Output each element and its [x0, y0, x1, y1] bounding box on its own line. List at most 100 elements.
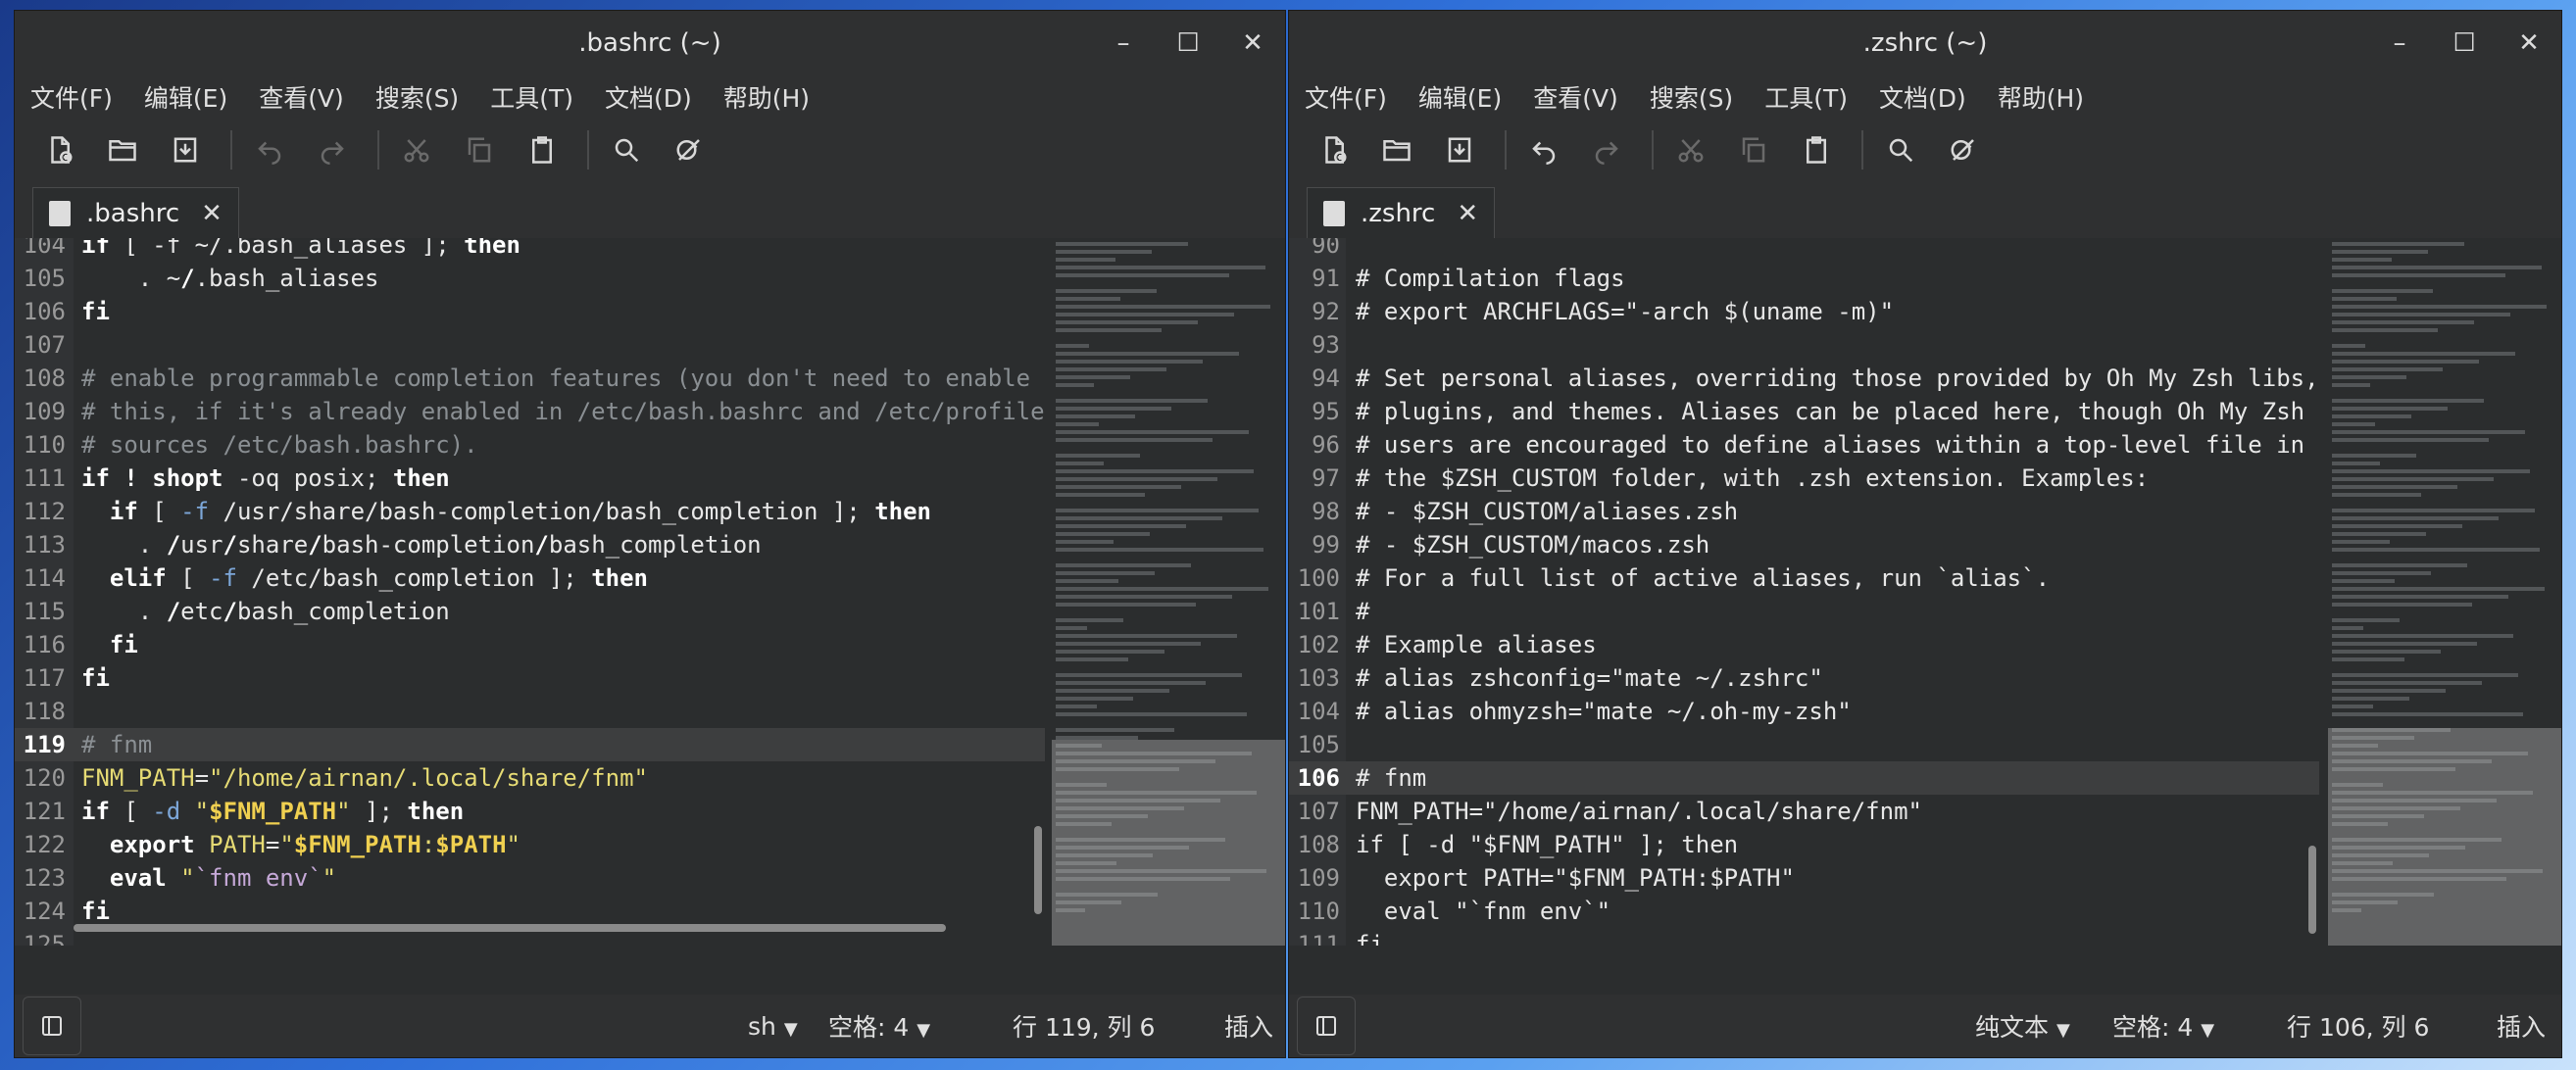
code-line[interactable]: 109 export PATH="$FNM_PATH:$PATH" — [1289, 861, 2319, 895]
minimize-icon[interactable]: – — [1091, 11, 1156, 75]
code-editor[interactable]: 90 91 # Compilation flags 92 # export ARCHFL… — [1289, 238, 2561, 946]
tools-icon[interactable] — [1940, 126, 1987, 173]
code-line[interactable]: 107 — [15, 328, 1045, 362]
menu-view[interactable]: 查看(V) — [1533, 79, 1618, 115]
code-line[interactable]: 99 # - $ZSH_CUSTOM/macos.zsh — [1289, 528, 2319, 561]
menu-help[interactable]: 帮助(H) — [723, 79, 810, 115]
cursor-position[interactable]: 行 119, 列 6 — [1013, 1008, 1155, 1044]
code-line[interactable]: 114 elif [ -f /etc/bash_completion ]; th… — [15, 561, 1045, 595]
code-line[interactable]: 109 # this, if it's already enabled in /e… — [15, 395, 1045, 428]
code-line[interactable]: 98 # - $ZSH_CUSTOM/aliases.zsh — [1289, 495, 2319, 528]
open-folder-icon[interactable] — [1373, 126, 1420, 173]
code-line[interactable]: 91 # Compilation flags — [1289, 262, 2319, 295]
vertical-scrollbar[interactable] — [2308, 846, 2316, 934]
copy-icon[interactable] — [456, 126, 503, 173]
code-line[interactable]: 124 fi — [15, 895, 1045, 928]
find-icon[interactable] — [603, 126, 650, 173]
new-file-icon[interactable] — [36, 126, 83, 173]
code-line[interactable]: 102 # Example aliases — [1289, 628, 2319, 661]
tab-bashrc[interactable]: .bashrc ✕ — [32, 187, 239, 238]
minimap[interactable] — [1052, 238, 1285, 946]
tab-width-selector[interactable]: 空格: 4 ▼ — [2112, 1008, 2214, 1044]
cut-icon[interactable] — [393, 126, 440, 173]
code-line[interactable]: 90 — [1289, 238, 2319, 262]
horizontal-scrollbar[interactable] — [74, 924, 946, 932]
code-line[interactable]: 108 # enable programmable completion feat… — [15, 362, 1045, 395]
menu-file[interactable]: 文件(F) — [1305, 79, 1387, 115]
tab-close-icon[interactable]: ✕ — [201, 199, 223, 228]
close-icon[interactable]: ✕ — [2497, 11, 2561, 75]
code-line[interactable]: 116 fi — [15, 628, 1045, 661]
code-line[interactable]: 93 — [1289, 328, 2319, 362]
code-line[interactable]: 113 . /usr/share/bash-completion/bash_co… — [15, 528, 1045, 561]
code-line[interactable]: 100 # For a full list of active aliases, … — [1289, 561, 2319, 595]
code-line[interactable]: 104 # alias ohmyzsh="mate ~/.oh-my-zsh" — [1289, 695, 2319, 728]
find-icon[interactable] — [1877, 126, 1924, 173]
code-line[interactable]: 105 — [1289, 728, 2319, 761]
code-line[interactable]: 123 eval "`fnm env`" — [15, 861, 1045, 895]
code-line[interactable]: 103 # alias zshconfig="mate ~/.zshrc" — [1289, 661, 2319, 695]
code-line[interactable]: 92 # export ARCHFLAGS="-arch $(uname -m)" — [1289, 295, 2319, 328]
menu-edit[interactable]: 编辑(E) — [1418, 79, 1502, 115]
code-line[interactable]: 106 fi — [15, 295, 1045, 328]
minimap[interactable] — [2328, 238, 2561, 946]
code-line[interactable]: 97 # the $ZSH_CUSTOM folder, with .zsh ex… — [1289, 462, 2319, 495]
tab-width-selector[interactable]: 空格: 4 ▼ — [828, 1008, 930, 1044]
undo-icon[interactable] — [246, 126, 293, 173]
vertical-scrollbar[interactable] — [1034, 826, 1042, 914]
tools-icon[interactable] — [666, 126, 713, 173]
open-folder-icon[interactable] — [99, 126, 146, 173]
redo-icon[interactable] — [1583, 126, 1630, 173]
menu-tools[interactable]: 工具(T) — [1764, 79, 1848, 115]
code-lines[interactable]: 90 91 # Compilation flags 92 # export ARCHFL… — [1289, 238, 2319, 946]
code-line[interactable]: 111 if ! shopt -oq posix; then — [15, 462, 1045, 495]
menu-search[interactable]: 搜索(S) — [375, 79, 459, 115]
code-line[interactable]: 120 FNM_PATH="/home/airnan/.local/share/f… — [15, 761, 1045, 795]
menu-search[interactable]: 搜索(S) — [1650, 79, 1733, 115]
minimap-viewport[interactable] — [1052, 740, 1285, 946]
code-line[interactable]: 96 # users are encouraged to define alias… — [1289, 428, 2319, 462]
code-line[interactable]: 94 # Set personal aliases, overriding tho… — [1289, 362, 2318, 395]
tab-zshrc[interactable]: .zshrc ✕ — [1307, 187, 1496, 238]
menu-documents[interactable]: 文档(D) — [605, 79, 692, 115]
sidebar-toggle-icon[interactable] — [23, 997, 81, 1055]
paste-icon[interactable] — [1793, 126, 1840, 173]
title-bar[interactable]: .zshrc (~) – ☐ ✕ — [1289, 11, 2561, 75]
code-line[interactable]: 118 — [15, 695, 1045, 728]
insert-mode[interactable]: 插入 — [2497, 1008, 2546, 1044]
copy-icon[interactable] — [1730, 126, 1777, 173]
menu-view[interactable]: 查看(V) — [259, 79, 344, 115]
close-icon[interactable]: ✕ — [1220, 11, 1285, 75]
tab-close-icon[interactable]: ✕ — [1457, 199, 1478, 228]
code-line[interactable]: 106 # fnm — [1289, 761, 2319, 795]
language-selector[interactable]: 纯文本 ▼ — [1975, 1008, 2070, 1044]
language-selector[interactable]: sh ▼ — [748, 1012, 798, 1041]
code-line[interactable]: 119 # fnm — [15, 728, 1045, 761]
new-file-icon[interactable] — [1311, 126, 1358, 173]
code-editor[interactable]: 104 if [ -f ~/.bash_aliases ]; then 105 . … — [15, 238, 1285, 946]
code-lines[interactable]: 104 if [ -f ~/.bash_aliases ]; then 105 . … — [15, 238, 1045, 946]
paste-icon[interactable] — [519, 126, 566, 173]
maximize-icon[interactable]: ☐ — [1156, 11, 1220, 75]
undo-icon[interactable] — [1520, 126, 1567, 173]
code-line[interactable]: 104 if [ -f ~/.bash_aliases ]; then — [15, 238, 1045, 262]
maximize-icon[interactable]: ☐ — [2432, 11, 2497, 75]
code-line[interactable]: 110 eval "`fnm env`" — [1289, 895, 2319, 928]
code-line[interactable]: 108 if [ -d "$FNM_PATH" ]; then — [1289, 828, 2319, 861]
menu-file[interactable]: 文件(F) — [30, 79, 113, 115]
code-line[interactable]: 107 FNM_PATH="/home/airnan/.local/share/f… — [1289, 795, 2319, 828]
minimize-icon[interactable]: – — [2367, 11, 2432, 75]
code-line[interactable]: 101 # — [1289, 595, 2319, 628]
menu-help[interactable]: 帮助(H) — [1998, 79, 2084, 115]
code-line[interactable]: 121 if [ -d "$FNM_PATH" ]; then — [15, 795, 1045, 828]
menu-tools[interactable]: 工具(T) — [490, 79, 573, 115]
menu-documents[interactable]: 文档(D) — [1879, 79, 1966, 115]
insert-mode[interactable]: 插入 — [1224, 1008, 1273, 1044]
code-line[interactable]: 105 . ~/.bash_aliases — [15, 262, 1045, 295]
cursor-position[interactable]: 行 106, 列 6 — [2287, 1008, 2429, 1044]
code-line[interactable]: 95 # plugins, and themes. Aliases can be … — [1289, 395, 2319, 428]
menu-edit[interactable]: 编辑(E) — [144, 79, 227, 115]
redo-icon[interactable] — [309, 126, 356, 173]
cut-icon[interactable] — [1667, 126, 1714, 173]
title-bar[interactable]: .bashrc (~) – ☐ ✕ — [15, 11, 1285, 75]
